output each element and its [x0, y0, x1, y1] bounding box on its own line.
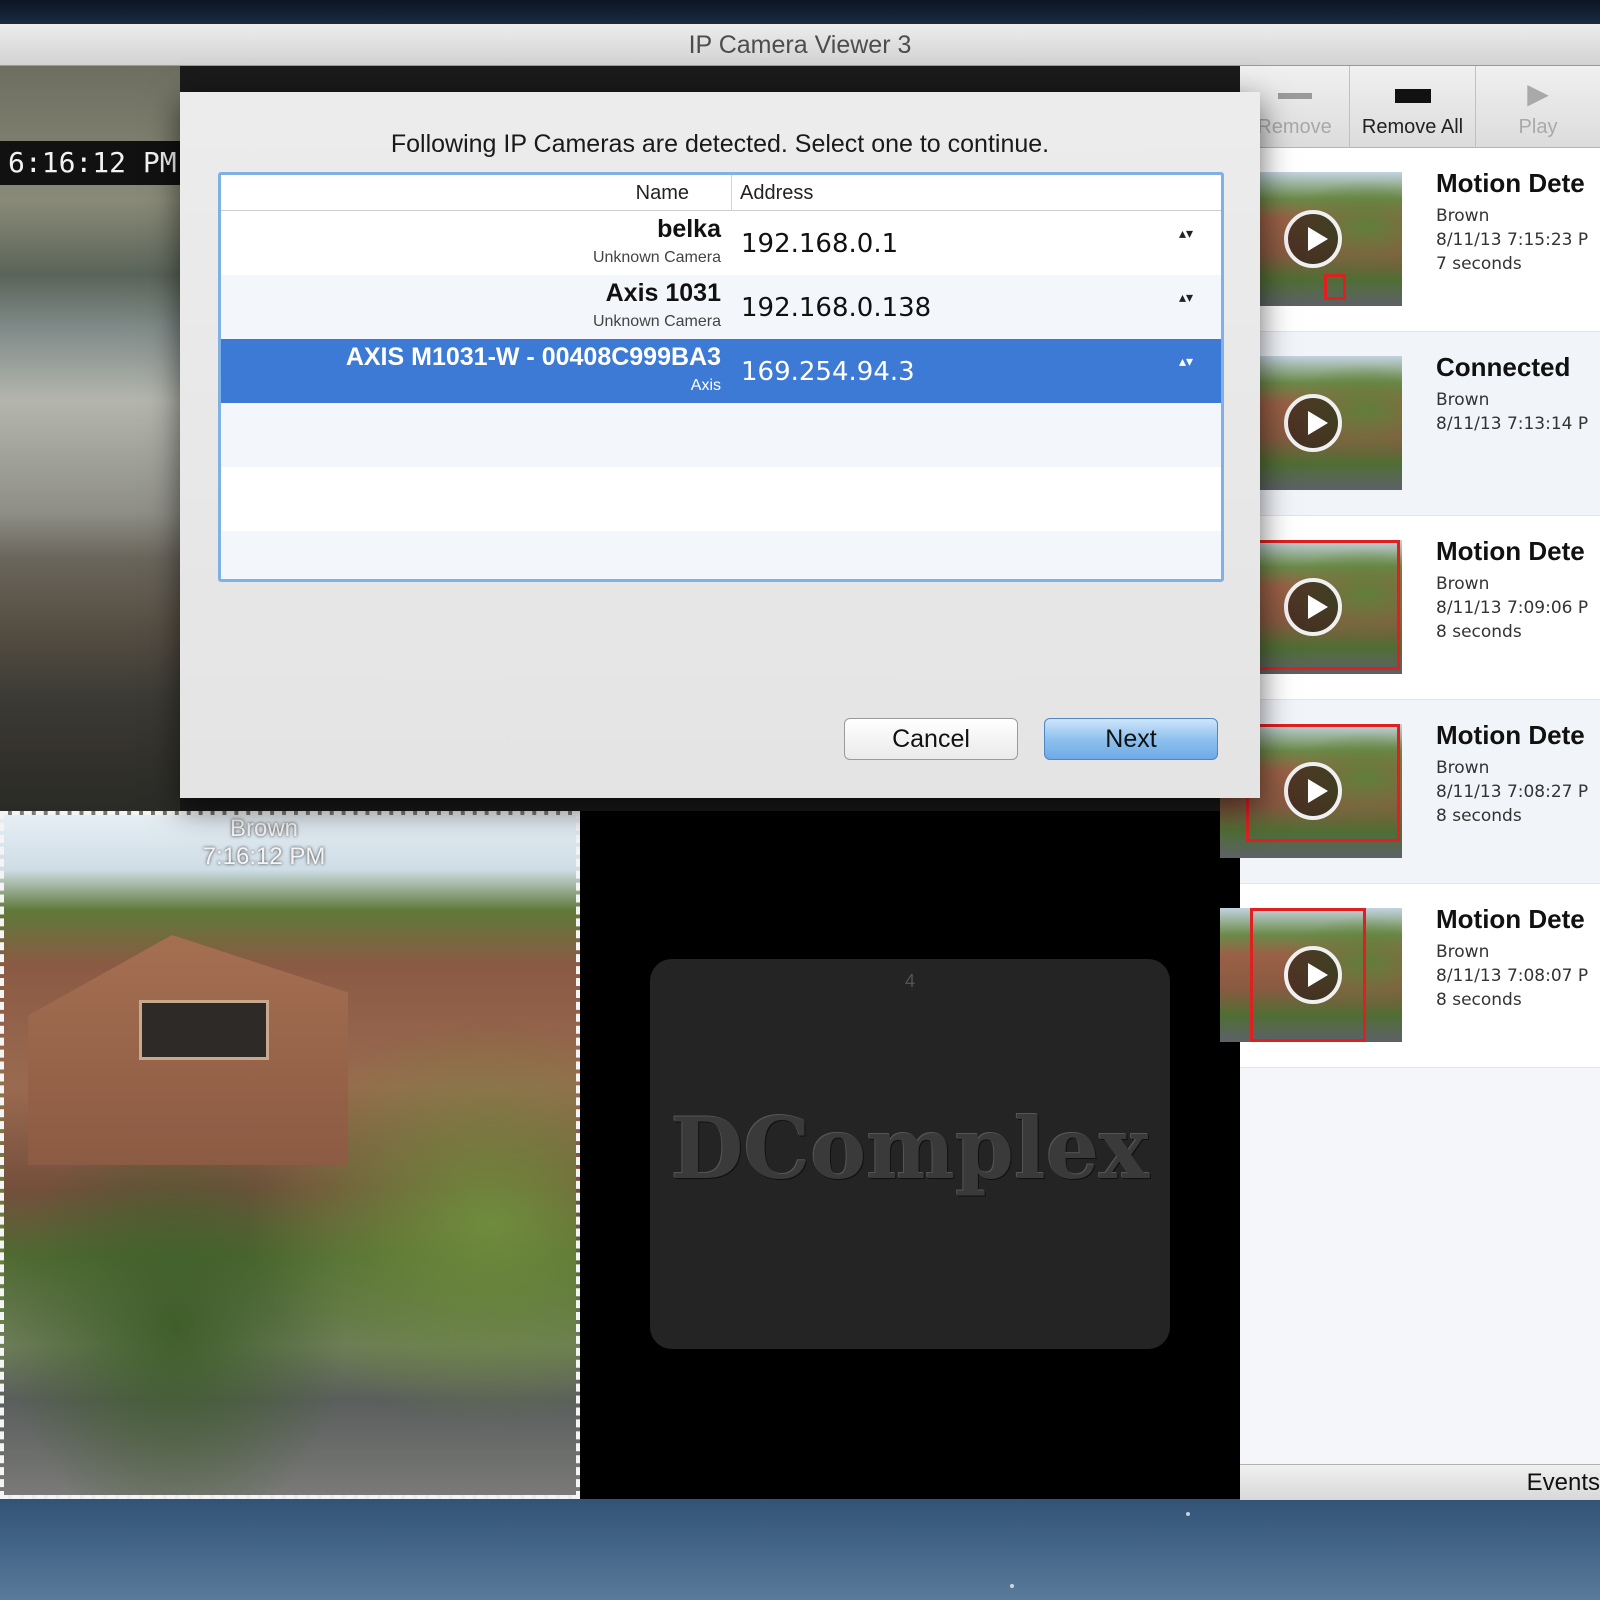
event-item[interactable]: Motion Dete Brown 8/11/13 7:08:07 P 8 se…	[1220, 884, 1600, 1068]
camera-type: Unknown Camera	[592, 249, 721, 266]
table-header: Name Address	[221, 175, 1221, 211]
event-duration: 7 seconds	[1436, 254, 1522, 274]
address-stepper-icon[interactable]: ▴▾	[1177, 290, 1195, 321]
window-title: IP Camera Viewer 3	[688, 31, 912, 59]
event-item[interactable]: Motion Dete Brown 8/11/13 7:08:27 P 8 se…	[1220, 700, 1600, 884]
event-datetime: 8/11/13 7:13:14 P	[1436, 414, 1589, 434]
event-item[interactable]: Motion Dete Brown 8/11/13 7:15:23 P 7 se…	[1220, 148, 1600, 332]
play-circle-icon[interactable]	[1284, 210, 1342, 268]
feed-timestamp: 7:16:12 PM	[202, 843, 326, 870]
event-datetime: 8/11/13 7:15:23 P	[1436, 230, 1589, 250]
events-sidebar: Remove Remove All ▶ Play Motion Dete Bro…	[1220, 66, 1600, 1500]
feed-timestamp: 6:16:12 PM	[0, 141, 180, 185]
play-label: Play	[1518, 116, 1558, 138]
event-duration: 8 seconds	[1436, 622, 1522, 642]
star	[1010, 1584, 1014, 1588]
camera-type: Axis	[690, 377, 721, 394]
camera-address: 192.168.0.1	[741, 229, 899, 259]
camera-address: 169.254.94.3	[741, 357, 915, 387]
cancel-button[interactable]: Cancel	[844, 718, 1018, 760]
remove-all-icon	[1350, 66, 1475, 116]
event-title: Motion Dete	[1436, 904, 1585, 934]
address-stepper-icon[interactable]: ▴▾	[1177, 354, 1195, 385]
camera-feed-house[interactable]: Brown 7:16:12 PM	[0, 811, 580, 1499]
remove-all-label: Remove All	[1361, 116, 1464, 138]
event-thumbnail[interactable]	[1220, 908, 1402, 1042]
event-datetime: 8/11/13 7:08:27 P	[1436, 782, 1589, 802]
play-circle-icon[interactable]	[1284, 946, 1342, 1004]
table-row-empty	[221, 531, 1221, 579]
column-header-name[interactable]: Name	[221, 175, 731, 211]
dcomplex-logo: DComplex	[670, 1099, 1150, 1198]
house-window-image	[139, 1000, 269, 1060]
event-duration: 8 seconds	[1436, 806, 1522, 826]
camera-address: 192.168.0.138	[741, 293, 932, 323]
event-item[interactable]: Connected Brown 8/11/13 7:13:14 P	[1220, 332, 1600, 516]
camera-table[interactable]: Name Address belka Unknown Camera 192.16…	[218, 172, 1224, 582]
events-footer-label: Events	[1526, 1469, 1600, 1496]
camera-feed-empty[interactable]: 4 DComplex	[580, 811, 1240, 1499]
event-datetime: 8/11/13 7:09:06 P	[1436, 598, 1589, 618]
camera-name: Axis 1031	[605, 279, 721, 307]
play-button[interactable]: ▶ Play	[1476, 66, 1600, 148]
event-title: Connected	[1436, 352, 1571, 382]
event-item[interactable]: Motion Dete Brown 8/11/13 7:09:06 P 8 se…	[1220, 516, 1600, 700]
table-row-empty	[221, 403, 1221, 467]
camera-name: belka	[657, 215, 721, 243]
remove-all-button[interactable]: Remove All	[1350, 66, 1476, 148]
event-camera: Brown	[1436, 758, 1490, 778]
table-row[interactable]: belka Unknown Camera 192.168.0.1 ▴▾	[221, 211, 1221, 275]
table-row[interactable]: Axis 1031 Unknown Camera 192.168.0.138 ▴…	[221, 275, 1221, 339]
feed-camera-name: Brown	[229, 815, 299, 842]
play-triangle-icon: ▶	[1527, 78, 1549, 109]
column-header-address[interactable]: Address	[731, 175, 1221, 211]
slot-number: 4	[904, 971, 915, 991]
table-row-selected[interactable]: AXIS M1031-W - 00408C999BA3 Axis 169.254…	[221, 339, 1221, 403]
camera-type: Unknown Camera	[592, 313, 721, 330]
play-circle-icon[interactable]	[1284, 762, 1342, 820]
next-button[interactable]: Next	[1044, 718, 1218, 760]
camera-detection-sheet: Following IP Cameras are detected. Selec…	[180, 92, 1260, 798]
sheet-prompt: Following IP Cameras are detected. Selec…	[390, 130, 1050, 158]
play-circle-icon[interactable]	[1284, 394, 1342, 452]
play-circle-icon[interactable]	[1284, 578, 1342, 636]
sidebar-footer: Events	[1240, 1464, 1600, 1500]
event-title: Motion Dete	[1436, 168, 1585, 198]
camera-name: AXIS M1031-W - 00408C999BA3	[345, 343, 721, 371]
table-row-empty	[221, 467, 1221, 531]
event-duration: 8 seconds	[1436, 990, 1522, 1010]
empty-slot-placeholder: 4 DComplex	[650, 959, 1170, 1349]
motion-region-box	[1324, 274, 1346, 300]
desktop-menubar-area	[0, 0, 1600, 24]
camera-feed-lake[interactable]: 6:16:12 PM	[0, 66, 180, 811]
table-rows: belka Unknown Camera 192.168.0.1 ▴▾ Axis…	[221, 211, 1221, 579]
event-title: Motion Dete	[1436, 536, 1585, 566]
event-camera: Brown	[1436, 942, 1490, 962]
event-datetime: 8/11/13 7:08:07 P	[1436, 966, 1589, 986]
address-stepper-icon[interactable]: ▴▾	[1177, 226, 1195, 257]
app-window: IP Camera Viewer 3 6:16:12 PM Brown 7:16…	[0, 24, 1600, 1500]
events-list: Motion Dete Brown 8/11/13 7:15:23 P 7 se…	[1220, 148, 1600, 1068]
event-camera: Brown	[1436, 206, 1490, 226]
events-toolbar: Remove Remove All ▶ Play	[1240, 66, 1600, 148]
event-title: Motion Dete	[1436, 720, 1585, 750]
star	[1186, 1512, 1190, 1516]
window-titlebar[interactable]: IP Camera Viewer 3	[0, 24, 1600, 66]
event-camera: Brown	[1436, 390, 1490, 410]
event-camera: Brown	[1436, 574, 1490, 594]
